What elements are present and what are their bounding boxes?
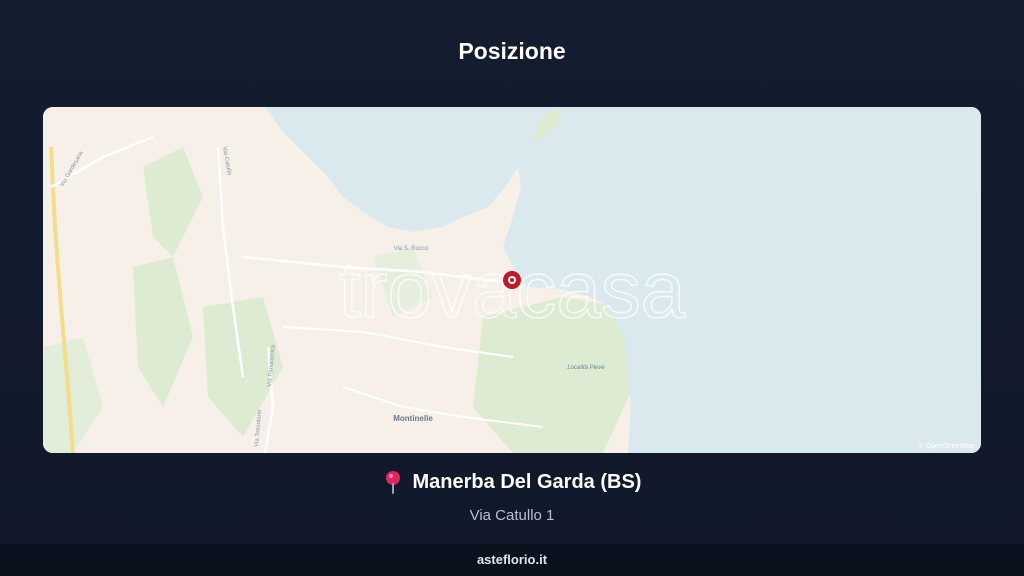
page: Posizione Montinelle Via Catullo Via Gar… xyxy=(0,0,1024,576)
watermark-trovacasa: trovacasa xyxy=(339,245,686,334)
footer-brand: asteflorio.it xyxy=(0,544,1024,576)
map-pin-marker[interactable] xyxy=(503,271,521,289)
label-localita-pieve: Località Pieve xyxy=(567,365,605,371)
city-line: Manerba Del Garda (BS) xyxy=(383,470,642,494)
location-info: Manerba Del Garda (BS) Via Catullo 1 xyxy=(0,470,1024,524)
map-canvas[interactable]: Montinelle Via Catullo Via Gardesana Via… xyxy=(43,107,981,453)
street-address: Via Catullo 1 xyxy=(469,507,555,524)
page-title: Posizione xyxy=(458,38,566,64)
round-pushpin-icon xyxy=(385,471,400,494)
map-attribution[interactable]: © OpenStreetMap xyxy=(918,442,975,450)
label-montinelle: Montinelle xyxy=(393,414,433,423)
city-name: Manerba Del Garda (BS) xyxy=(412,470,642,493)
map-view[interactable]: Montinelle Via Catullo Via Gardesana Via… xyxy=(43,107,981,453)
